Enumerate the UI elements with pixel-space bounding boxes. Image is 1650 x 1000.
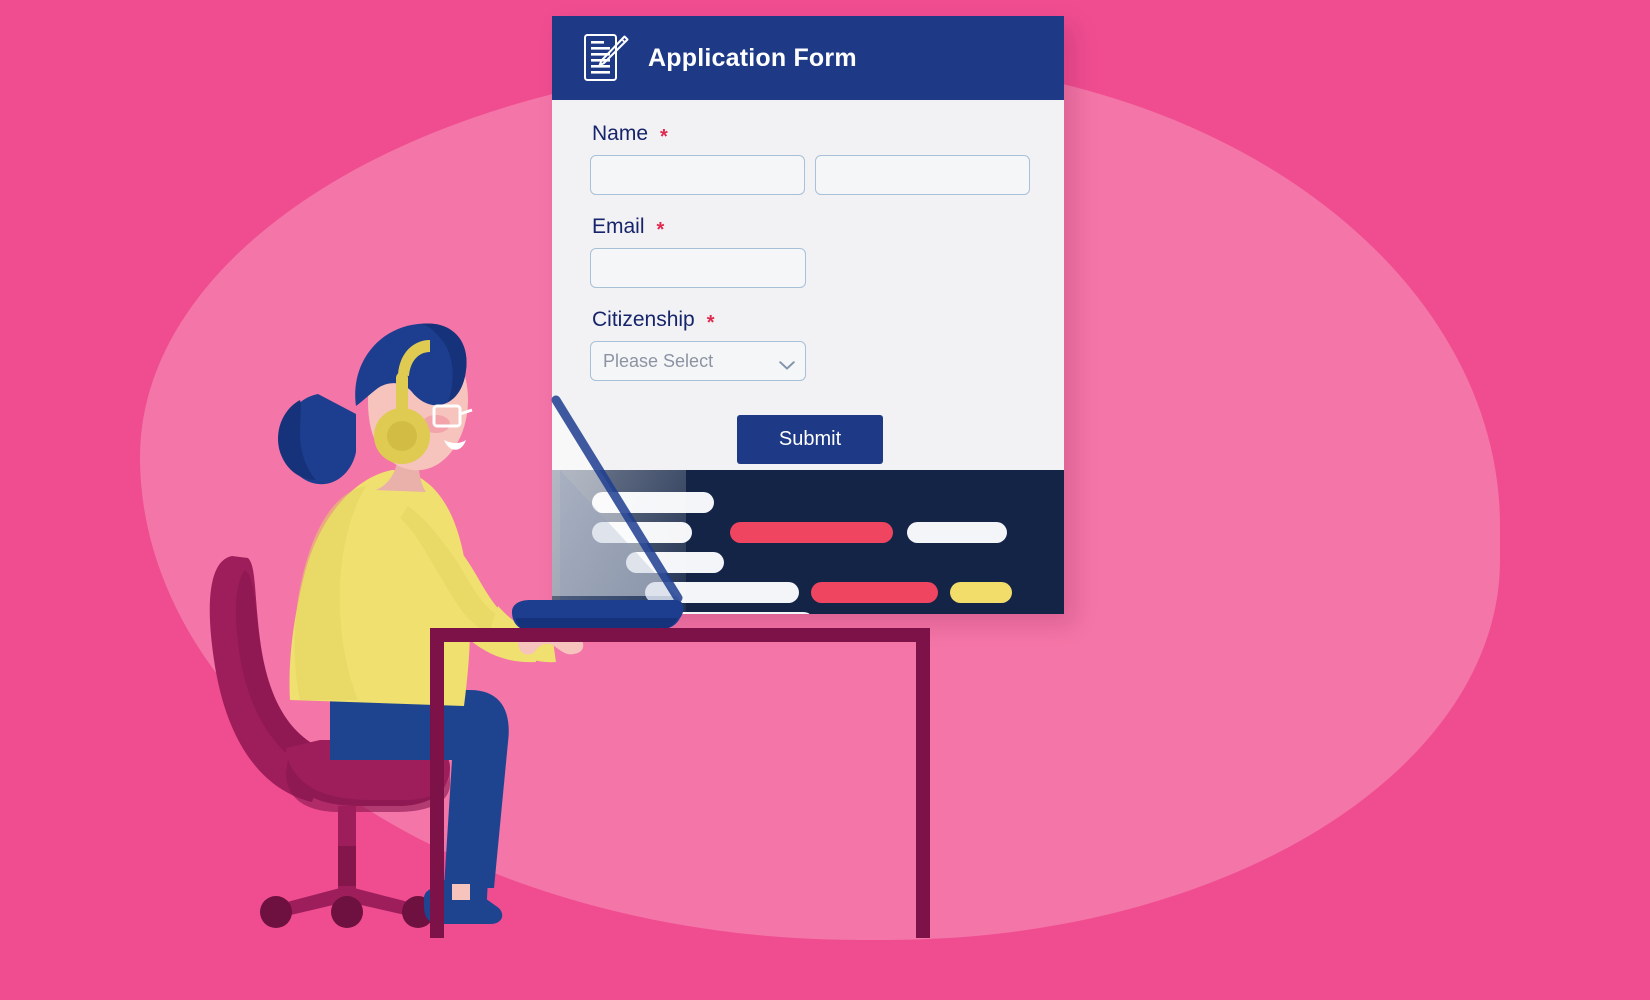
- label-citizenship: Citizenship *: [592, 308, 1030, 334]
- last-name-input[interactable]: [815, 155, 1030, 195]
- code-preview-panel: [552, 470, 1064, 614]
- illustration-canvas: Application Form Name * Email * Citizens…: [0, 0, 1650, 1000]
- code-line-bar: [907, 522, 1007, 543]
- required-asterisk-name: *: [660, 126, 668, 148]
- label-name-text: Name: [592, 122, 649, 145]
- application-form-panel: Application Form Name * Email * Citizens…: [552, 16, 1064, 614]
- code-line-bar: [811, 582, 938, 603]
- label-name: Name *: [592, 122, 1030, 148]
- code-line-bar: [626, 612, 814, 614]
- citizenship-select-value: Please Select: [603, 350, 714, 371]
- document-pencil-icon: [582, 32, 630, 84]
- email-field-row: [590, 248, 1030, 288]
- submit-row: Submit: [590, 415, 1030, 464]
- code-line-bar: [950, 582, 1012, 603]
- label-email: Email *: [592, 215, 1030, 241]
- form-header: Application Form: [552, 16, 1064, 100]
- citizenship-select[interactable]: Please Select: [590, 341, 806, 381]
- name-field-row: [590, 155, 1030, 195]
- code-line-bar: [592, 522, 692, 543]
- first-name-input[interactable]: [590, 155, 805, 195]
- required-asterisk-email: *: [656, 219, 665, 241]
- submit-button[interactable]: Submit: [736, 415, 884, 464]
- label-email-text: Email: [592, 215, 645, 238]
- email-input[interactable]: [590, 248, 806, 288]
- chevron-down-icon: [779, 357, 795, 370]
- required-asterisk-citizenship: *: [706, 312, 715, 334]
- code-line-bar: [626, 552, 724, 573]
- code-line-bar: [592, 492, 714, 513]
- code-line-bar: [730, 522, 893, 543]
- form-body: Name * Email * Citizenship * Please Sele…: [552, 100, 1064, 470]
- label-citizenship-text: Citizenship: [592, 308, 695, 331]
- page-title: Application Form: [648, 43, 857, 72]
- code-line-bar: [645, 582, 799, 603]
- citizenship-field-row: Please Select: [590, 341, 1030, 381]
